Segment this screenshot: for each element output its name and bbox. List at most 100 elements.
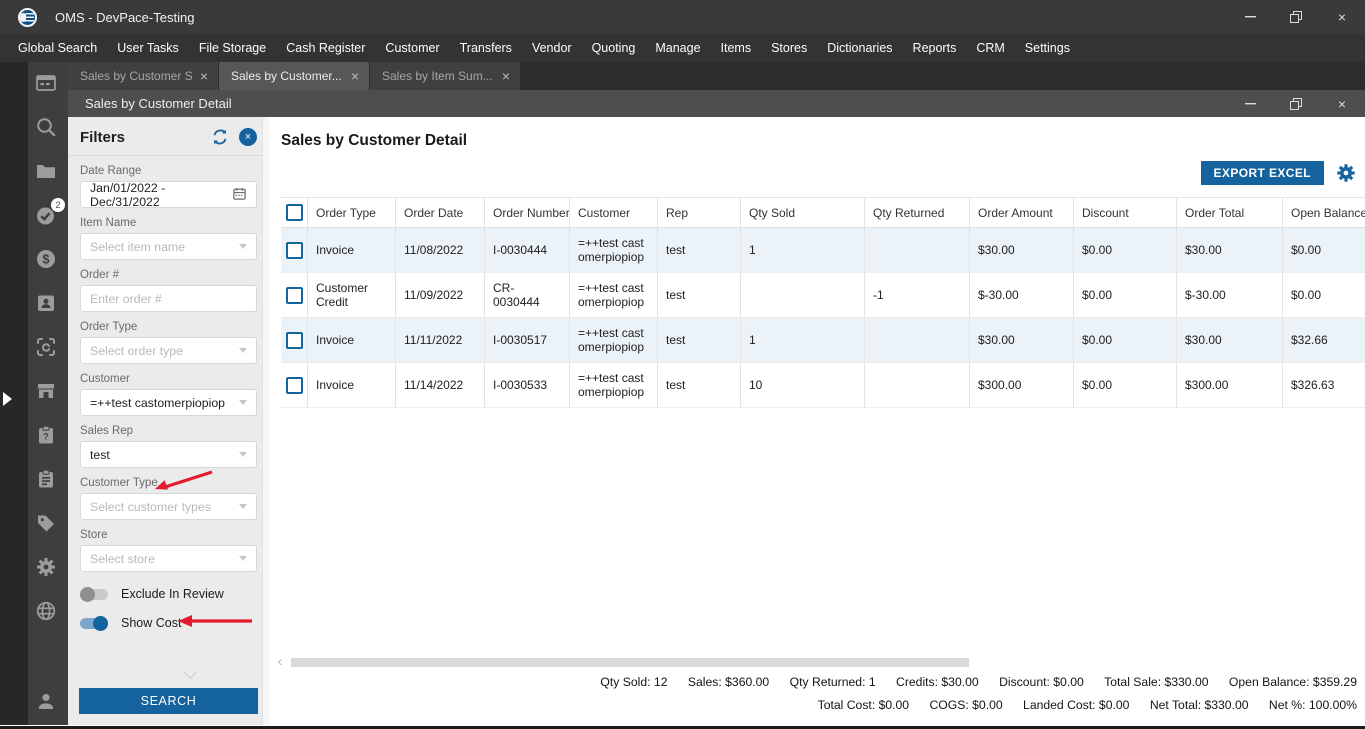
total-landed-cost: Landed Cost: $0.00: [1023, 698, 1130, 712]
help-clipboard-icon[interactable]: ?: [34, 423, 58, 447]
dashboard-icon[interactable]: [34, 71, 58, 95]
report-window-title: Sales by Customer Detail: [85, 96, 232, 111]
app-logo-icon: [18, 7, 37, 27]
col-qty-sold: Qty Sold: [741, 198, 865, 227]
col-order-date: Order Date: [396, 198, 485, 227]
report-close-button[interactable]: ×: [1319, 90, 1365, 117]
store-label: Store: [80, 529, 108, 541]
chevron-down-icon: [239, 556, 247, 561]
order-number-label: Order #: [80, 269, 119, 281]
window-close-button[interactable]: ×: [1319, 0, 1365, 34]
menu-dictionaries[interactable]: Dictionaries: [817, 34, 902, 62]
svg-text:$: $: [43, 252, 50, 266]
sales-rep-select[interactable]: test: [80, 441, 257, 468]
menu-items[interactable]: Items: [711, 34, 762, 62]
item-name-select[interactable]: Select item name: [80, 233, 257, 260]
row-checkbox[interactable]: [285, 376, 303, 394]
search-button[interactable]: SEARCH: [79, 688, 258, 714]
divider: [68, 155, 269, 156]
date-range-input[interactable]: Jan/01/2022 - Dec/31/2022: [80, 181, 257, 209]
menu-manage[interactable]: Manage: [645, 34, 710, 62]
export-excel-button[interactable]: EXPORT EXCEL: [1200, 161, 1324, 185]
calendar-icon[interactable]: [232, 186, 247, 204]
order-number-link[interactable]: I-0030444: [485, 228, 570, 272]
total-net: Net Total: $330.00: [1149, 698, 1249, 712]
panel-expander-handle[interactable]: [3, 392, 12, 406]
orders-clipboard-icon[interactable]: [34, 467, 58, 491]
close-filters-icon[interactable]: ×: [239, 128, 257, 146]
row-checkbox[interactable]: [285, 331, 303, 349]
scrollbar-thumb[interactable]: [291, 657, 969, 667]
left-icon-rail: 2 $ ?: [0, 62, 68, 725]
total-qty-sold: Qty Sold: 12: [600, 675, 668, 689]
filters-scrollbar[interactable]: [262, 117, 269, 725]
menu-settings[interactable]: Settings: [1015, 34, 1080, 62]
scan-icon[interactable]: [34, 335, 58, 359]
scroll-left-icon[interactable]: ‹: [269, 654, 291, 669]
exclude-in-review-toggle[interactable]: [80, 586, 108, 602]
table-row: Invoice 11/11/2022 I-0030517 =++test cas…: [281, 318, 1365, 363]
report-restore-button[interactable]: [1273, 90, 1319, 117]
col-order-amount: Order Amount: [970, 198, 1074, 227]
menu-quoting[interactable]: Quoting: [582, 34, 646, 62]
tab-close-icon[interactable]: ×: [343, 68, 359, 84]
menu-file-storage[interactable]: File Storage: [189, 34, 276, 62]
menu-reports[interactable]: Reports: [903, 34, 967, 62]
customer-type-select[interactable]: Select customer types: [80, 493, 257, 520]
stores-icon[interactable]: [34, 379, 58, 403]
menu-vendor[interactable]: Vendor: [522, 34, 582, 62]
order-number-input[interactable]: [80, 285, 257, 312]
menu-customer[interactable]: Customer: [375, 34, 449, 62]
file-storage-icon[interactable]: [34, 159, 58, 183]
report-minimize-button[interactable]: [1227, 90, 1273, 117]
menu-user-tasks[interactable]: User Tasks: [107, 34, 189, 62]
chevron-down-icon: [239, 504, 247, 509]
total-sale: Total Sale: $330.00: [1104, 675, 1209, 689]
menu-global-search[interactable]: Global Search: [8, 34, 107, 62]
tasks-check-icon[interactable]: 2: [34, 198, 65, 227]
customer-type-label: Customer Type: [80, 477, 158, 489]
tab-sales-by-item-summary[interactable]: Sales by Item Sum... ×: [370, 62, 520, 90]
show-cost-label: Show Cost: [121, 616, 182, 630]
contacts-icon[interactable]: [34, 291, 58, 315]
menu-crm[interactable]: CRM: [966, 34, 1014, 62]
tab-close-icon[interactable]: ×: [192, 68, 208, 84]
show-cost-toggle[interactable]: [80, 615, 108, 631]
horizontal-scrollbar: ‹: [269, 654, 1365, 669]
tab-sales-by-customer-summary[interactable]: Sales by Customer S... ×: [68, 62, 218, 90]
row-checkbox[interactable]: [285, 286, 303, 304]
store-select[interactable]: Select store: [80, 545, 257, 572]
row-checkbox[interactable]: [285, 241, 303, 259]
profile-icon[interactable]: [34, 689, 58, 713]
refresh-filters-icon[interactable]: [210, 127, 230, 147]
order-type-select[interactable]: Select order type: [80, 337, 257, 364]
menu-transfers[interactable]: Transfers: [450, 34, 522, 62]
window-titlebar: OMS - DevPace-Testing ×: [0, 0, 1365, 34]
window-minimize-button[interactable]: [1227, 0, 1273, 34]
tags-icon[interactable]: [34, 511, 58, 535]
order-number-link[interactable]: I-0030517: [485, 318, 570, 362]
finance-dollar-icon[interactable]: $: [34, 247, 58, 271]
sales-rep-label: Sales Rep: [80, 425, 134, 437]
settings-gear-icon[interactable]: [34, 555, 58, 579]
total-sales: Sales: $360.00: [687, 675, 770, 689]
menu-stores[interactable]: Stores: [761, 34, 817, 62]
table-settings-gear-icon[interactable]: [1335, 162, 1357, 184]
chevron-down-icon: [239, 452, 247, 457]
chevron-down-icon: [239, 348, 247, 353]
tab-close-icon[interactable]: ×: [494, 68, 510, 84]
date-range-label: Date Range: [80, 165, 142, 177]
order-number-link[interactable]: I-0030533: [485, 363, 570, 407]
customer-select[interactable]: =++test castomerpiopiop: [80, 389, 257, 416]
order-number-link[interactable]: CR-0030444: [485, 273, 570, 317]
menu-cash-register[interactable]: Cash Register: [276, 34, 375, 62]
col-qty-returned: Qty Returned: [865, 198, 970, 227]
exclude-in-review-label: Exclude In Review: [121, 587, 224, 601]
report-content: Sales by Customer Detail EXPORT EXCEL Or…: [269, 117, 1365, 725]
window-restore-button[interactable]: [1273, 0, 1319, 34]
filters-scroll-chevron-icon[interactable]: [184, 666, 197, 679]
select-all-checkbox[interactable]: [285, 204, 303, 221]
tab-sales-by-customer-detail[interactable]: Sales by Customer... ×: [219, 62, 369, 90]
web-globe-icon[interactable]: [34, 599, 58, 623]
search-icon[interactable]: [34, 115, 58, 139]
